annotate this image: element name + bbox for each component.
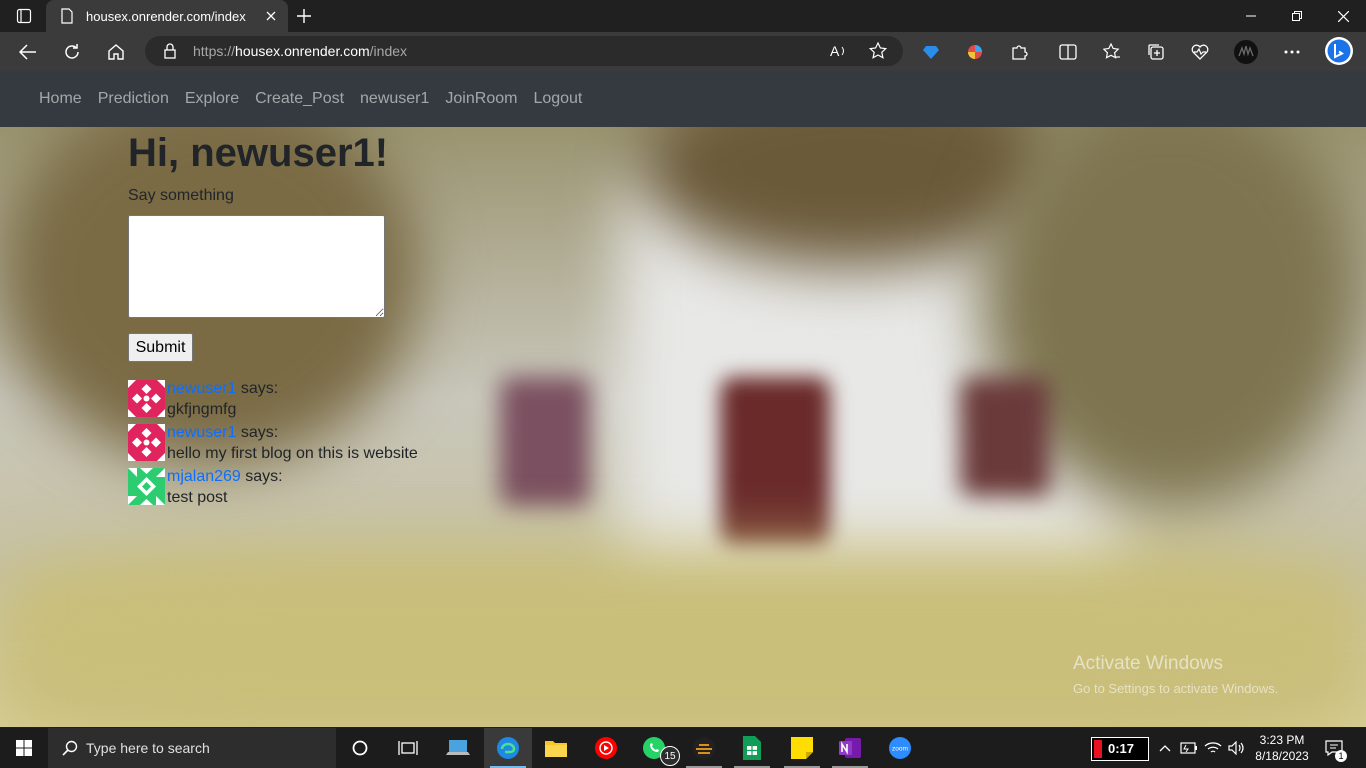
nav-join-room-link[interactable]: JoinRoom (445, 90, 517, 108)
whatsapp-unread-badge: 15 (660, 746, 680, 766)
minimize-icon[interactable] (1228, 0, 1274, 32)
tab-actions-icon[interactable] (8, 5, 40, 27)
favorite-star-icon[interactable] (869, 42, 887, 60)
profile-avatar-icon[interactable] (1230, 36, 1262, 68)
says-label: says: (240, 424, 279, 441)
post-textarea[interactable] (128, 215, 385, 318)
clock-time: 3:23 PM (1259, 733, 1305, 747)
says-label: says: (240, 380, 279, 397)
post-header: newuser1 says: (167, 380, 278, 398)
post-input-label: Say something (128, 187, 234, 204)
read-aloud-icon[interactable]: A (830, 43, 848, 59)
browser-tab-bar: housex.onrender.com/index (0, 0, 1366, 32)
show-hidden-icons-chevron-up-icon[interactable] (1155, 738, 1175, 758)
file-explorer-icon[interactable] (532, 728, 580, 768)
nav-home-link[interactable]: Home (39, 90, 82, 108)
timer-value: 0:17 (1108, 741, 1135, 756)
says-label: says: (245, 468, 283, 485)
nav-profile-link[interactable]: newuser1 (360, 90, 429, 108)
back-icon[interactable] (12, 36, 44, 68)
extensions-puzzle-icon[interactable] (1003, 36, 1035, 68)
web-page: Home Prediction Explore Create_Post newu… (0, 71, 1366, 727)
nav-prediction-link[interactable]: Prediction (98, 90, 169, 108)
favorites-icon[interactable] (1096, 36, 1128, 68)
url-text[interactable]: https://housex.onrender.com/index (193, 43, 407, 59)
wifi-icon[interactable] (1203, 738, 1223, 758)
google-sheets-icon[interactable] (728, 728, 776, 768)
site-navbar: Home Prediction Explore Create_Post newu… (0, 71, 1366, 127)
extension-colorful-icon[interactable] (959, 36, 991, 68)
tab-close-icon[interactable] (262, 7, 280, 25)
submit-button[interactable]: Submit (128, 333, 193, 362)
onenote-icon[interactable] (826, 728, 874, 768)
youtube-music-icon[interactable] (582, 728, 630, 768)
user-avatar-icon[interactable] (128, 380, 165, 417)
battery-icon[interactable] (1179, 738, 1199, 758)
post-header: mjalan269 says: (167, 468, 283, 486)
refresh-icon[interactable] (56, 36, 88, 68)
sticky-notes-icon[interactable] (778, 728, 826, 768)
taskbar-clock[interactable]: 3:23 PM 8/18/2023 (1252, 732, 1312, 764)
user-avatar-icon[interactable] (128, 468, 165, 505)
nav-explore-link[interactable]: Explore (185, 90, 239, 108)
tab-title: housex.onrender.com/index (86, 8, 246, 24)
inkscape-app-icon[interactable] (680, 728, 728, 768)
browser-tab[interactable]: housex.onrender.com/index (46, 0, 288, 32)
browser-toolbar: https://housex.onrender.com/index A (0, 32, 1366, 93)
search-placeholder: Type here to search (86, 740, 210, 756)
split-screen-icon[interactable] (1052, 36, 1084, 68)
laptop-app-icon[interactable] (434, 728, 482, 768)
collections-icon[interactable] (1140, 36, 1172, 68)
volume-icon[interactable] (1227, 738, 1247, 758)
task-view-icon[interactable] (384, 728, 432, 768)
more-options-icon[interactable] (1276, 36, 1308, 68)
extension-gem-icon[interactable] (915, 36, 947, 68)
post-author-link[interactable]: newuser1 (167, 424, 236, 441)
nav-create-post-link[interactable]: Create_Post (255, 90, 344, 108)
address-bar[interactable]: https://housex.onrender.com/index A (145, 36, 903, 66)
lock-icon[interactable] (163, 43, 177, 59)
nav-logout-link[interactable]: Logout (533, 90, 582, 108)
recording-timer[interactable]: 0:17 (1091, 737, 1149, 761)
activate-windows-watermark: Activate Windows Go to Settings to activ… (1073, 653, 1278, 696)
svg-text:A: A (830, 43, 840, 59)
zoom-app-icon[interactable]: zoom (876, 728, 924, 768)
svg-text:zoom: zoom (892, 746, 908, 753)
windows-start-icon[interactable] (0, 728, 48, 768)
post-header: newuser1 says: (167, 424, 278, 442)
bing-copilot-icon[interactable] (1322, 34, 1356, 68)
post-body: gkfjngmfg (167, 401, 237, 418)
user-avatar-icon[interactable] (128, 424, 165, 461)
home-icon[interactable] (100, 36, 132, 68)
edge-taskbar-icon[interactable] (484, 728, 532, 768)
restore-icon[interactable] (1274, 0, 1320, 32)
post-item: newuser1 says: hello my first blog on th… (128, 424, 448, 468)
clock-date: 8/18/2023 (1255, 749, 1309, 763)
watermark-subtitle: Go to Settings to activate Windows. (1073, 681, 1279, 696)
post-body: test post (167, 489, 228, 506)
new-tab-icon[interactable] (293, 5, 315, 27)
search-icon (62, 740, 78, 756)
windows-taskbar: Type here to search 15 zoom 0:17 3:23 PM… (0, 728, 1366, 768)
cortana-icon[interactable] (336, 728, 384, 768)
post-item: mjalan269 says: test post (128, 468, 448, 512)
notification-count-badge: 1 (1335, 750, 1347, 762)
browser-essentials-icon[interactable] (1184, 36, 1216, 68)
post-author-link[interactable]: newuser1 (167, 380, 236, 397)
recording-indicator (1094, 740, 1102, 758)
post-author-link[interactable]: mjalan269 (167, 468, 241, 485)
watermark-title: Activate Windows (1073, 653, 1223, 674)
post-item: newuser1 says: gkfjngmfg (128, 380, 448, 424)
page-title: Hi, newuser1! (128, 131, 389, 175)
close-window-icon[interactable] (1320, 0, 1366, 32)
page-icon (61, 8, 73, 24)
taskbar-search-box[interactable]: Type here to search (48, 728, 336, 768)
post-body: hello my first blog on this is website (167, 445, 418, 462)
